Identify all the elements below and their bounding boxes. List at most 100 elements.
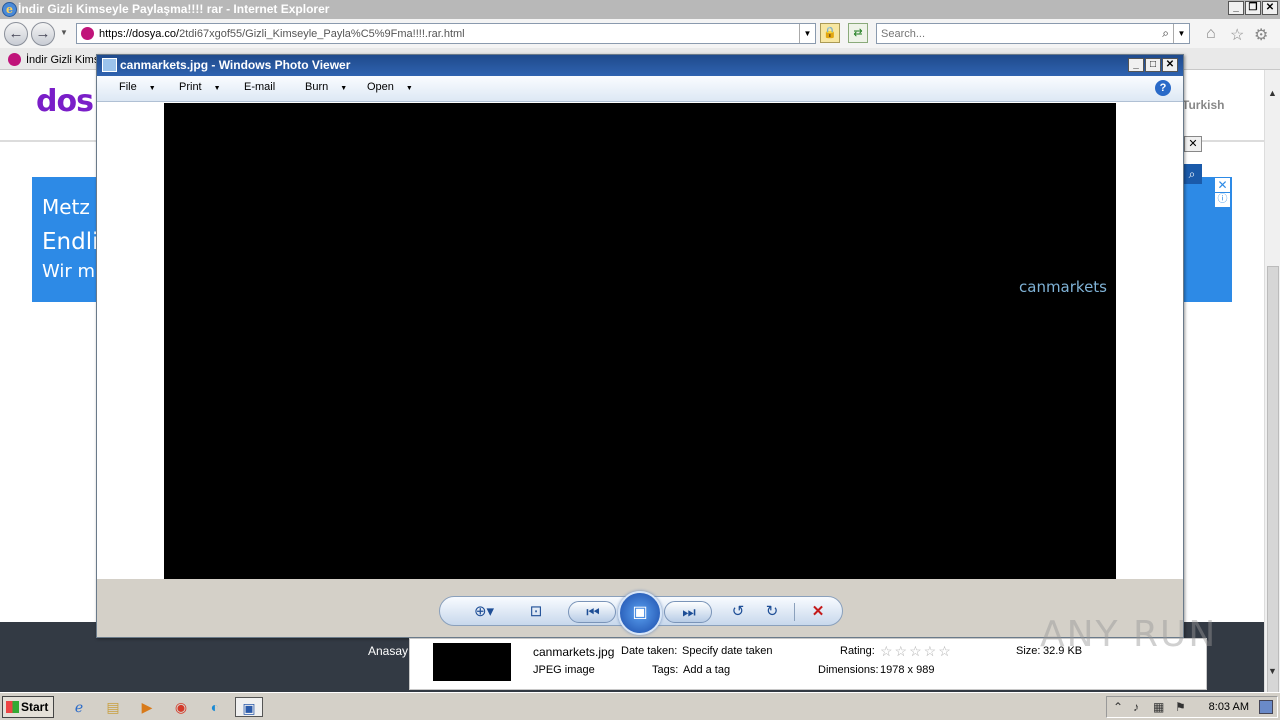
ie-taskbar-icon[interactable]: ℯ <box>68 697 90 717</box>
rotate-left-icon[interactable]: ↺ <box>726 601 750 623</box>
menu-burn[interactable]: Burn ▼ <box>305 81 347 93</box>
show-desktop-icon[interactable] <box>1259 700 1273 714</box>
detail-tags-label: Tags: <box>652 664 679 676</box>
help-icon[interactable]: ? <box>1155 80 1171 96</box>
history-dropdown-icon[interactable]: ▼ <box>60 28 68 37</box>
photo-viewer-app-icon <box>102 58 117 72</box>
site-logo[interactable]: dos <box>36 84 94 119</box>
chrome-taskbar-icon[interactable]: ◉ <box>170 697 192 717</box>
back-button[interactable]: ← <box>4 22 28 46</box>
favorites-star-icon[interactable]: ☆ <box>1230 25 1244 45</box>
restore-button[interactable]: ❐ <box>1245 1 1261 15</box>
detail-dimensions-value: 1978 x 989 <box>880 664 935 676</box>
ie-window-controls: _ ❐ ✕ <box>1228 1 1278 15</box>
detail-tags-value[interactable]: Add a tag <box>683 664 730 676</box>
forward-button[interactable]: → <box>31 22 55 46</box>
lock-icon[interactable]: 🔒 <box>820 23 840 43</box>
tab-label: İndir Gizli Kimseyle Paylaşma!!!! rar <box>26 54 99 66</box>
tab-current[interactable]: İndir Gizli Kimseyle Paylaşma!!!! rar <box>4 50 99 70</box>
address-dropdown-icon[interactable]: ▼ <box>799 24 815 43</box>
scroll-down-icon[interactable]: ▼ <box>1268 666 1277 676</box>
photo-viewer-title-bar: canmarkets.jpg - Windows Photo Viewer _ … <box>97 55 1183 76</box>
previous-icon[interactable]: ⏮ <box>581 602 605 624</box>
zoom-icon[interactable]: ⊕▾ <box>466 601 502 623</box>
search-input[interactable] <box>881 26 1151 41</box>
language-selector[interactable]: Turkish <box>1182 98 1224 112</box>
close-button[interactable]: ✕ <box>1262 1 1278 15</box>
clock[interactable]: 8:03 AM <box>1209 701 1249 713</box>
playback-controls: ⊕▾ ⊡ ⏮ ▣ ⏭ ↺ ↻ ✕ <box>439 591 843 635</box>
ad-line-3: Wir m <box>42 261 96 282</box>
edge-taskbar-icon[interactable]: ◐ <box>204 697 226 717</box>
scroll-up-icon[interactable]: ▲ <box>1268 88 1277 98</box>
detail-filetype: JPEG image <box>533 664 595 676</box>
tray-expand-icon[interactable]: ⌃ <box>1113 700 1123 714</box>
page-scrollbar[interactable]: ▲ ▼ <box>1264 70 1280 720</box>
pv-maximize-button[interactable]: □ <box>1145 58 1161 72</box>
ad-close-icon[interactable]: ✕ <box>1215 178 1230 192</box>
detail-size-label: Size: <box>1016 645 1041 657</box>
pv-minimize-button[interactable]: _ <box>1128 58 1144 72</box>
explorer-taskbar-icon[interactable]: ▤ <box>102 697 124 717</box>
search-dropdown-icon[interactable]: ▼ <box>1173 24 1189 43</box>
action-center-flag-icon[interactable]: ⚑ <box>1175 700 1186 714</box>
address-bar[interactable]: https://dosya.co/2tdi67xgof55/Gizli_Kims… <box>76 23 816 44</box>
scroll-thumb[interactable] <box>1267 266 1279 720</box>
actual-size-icon[interactable]: ⊡ <box>524 601 548 623</box>
file-thumbnail[interactable] <box>433 643 511 681</box>
ie-window-title: İndir Gizli Kimseyle Paylaşma!!!! rar - … <box>18 2 330 16</box>
search-icon[interactable]: ⌕ <box>1162 26 1169 41</box>
menu-file[interactable]: File ▼ <box>119 81 156 93</box>
detail-date-value[interactable]: Specify date taken <box>682 645 773 657</box>
side-panel-close-icon[interactable]: ✕ <box>1184 136 1202 152</box>
photo-viewer-menu: File ▼ Print ▼ E-mail Burn ▼ Open ▼ ? <box>97 76 1183 102</box>
ad-line-2: Endli <box>42 229 99 255</box>
photo-text: canmarkets <box>1019 278 1107 296</box>
search-box[interactable]: ⌕ ▼ <box>876 23 1190 44</box>
pv-close-button[interactable]: ✕ <box>1162 58 1178 72</box>
next-pill: ⏭ <box>664 601 712 623</box>
detail-date-label: Date taken: <box>621 645 678 657</box>
minimize-button[interactable]: _ <box>1228 1 1244 15</box>
menu-open[interactable]: Open ▼ <box>367 81 413 93</box>
footer-nav-link[interactable]: Anasay <box>368 644 408 658</box>
site-favicon-icon <box>81 27 94 40</box>
volume-icon[interactable]: ♪ <box>1133 700 1139 714</box>
tab-favicon-icon <box>8 53 21 66</box>
network-icon[interactable]: ▦ <box>1153 700 1164 714</box>
ad-line-1: Metz <box>42 195 90 219</box>
delete-icon[interactable]: ✕ <box>806 601 830 623</box>
windows-flag-icon <box>6 701 19 713</box>
menu-print[interactable]: Print ▼ <box>179 81 221 93</box>
detail-dimensions-label: Dimensions: <box>818 664 879 676</box>
url-text: https://dosya.co/2tdi67xgof55/Gizli_Kims… <box>99 28 465 40</box>
photo-viewer-controls-area: ⊕▾ ⊡ ⏮ ▣ ⏭ ↺ ↻ ✕ <box>97 579 1183 637</box>
start-button[interactable]: Start <box>2 696 54 718</box>
photo-viewer-title: canmarkets.jpg - Windows Photo Viewer <box>120 58 351 72</box>
ad-info-icon[interactable]: ⓘ <box>1215 193 1230 207</box>
home-icon[interactable]: ⌂ <box>1206 25 1216 43</box>
start-label: Start <box>21 700 49 714</box>
anyrun-watermark: ANY RUN <box>1040 614 1218 655</box>
detail-filename: canmarkets.jpg <box>533 645 615 659</box>
photo-viewer-taskbar-icon[interactable]: ▣ <box>235 697 263 717</box>
system-tray: ⌃ ♪ ▦ ⚑ 8:03 AM <box>1106 696 1278 718</box>
menu-email[interactable]: E-mail <box>244 81 275 93</box>
media-player-taskbar-icon[interactable]: ▶ <box>136 697 158 717</box>
previous-pill: ⏮ <box>568 601 616 623</box>
ie-toolbar: ← → ▼ https://dosya.co/2tdi67xgof55/Gizl… <box>0 19 1280 48</box>
taskbar: Start ℯ ▤ ▶ ◉ ◐ ▣ ⌃ ♪ ▦ ⚑ 8:03 AM <box>0 692 1280 720</box>
rating-stars[interactable]: ☆☆☆☆☆ <box>880 643 953 660</box>
ie-title-bar: e İndir Gizli Kimseyle Paylaşma!!!! rar … <box>0 0 1280 19</box>
side-zoom-icon[interactable]: ⌕ <box>1182 164 1202 184</box>
slideshow-button[interactable]: ▣ <box>618 591 662 635</box>
next-icon[interactable]: ⏭ <box>677 602 701 624</box>
settings-gear-icon[interactable]: ⚙ <box>1254 25 1268 45</box>
ie-app-icon: e <box>2 2 17 17</box>
photo-canvas: canmarkets <box>97 103 1183 579</box>
refresh-button[interactable]: ⇄ <box>848 23 868 43</box>
rotate-right-icon[interactable]: ↻ <box>760 601 784 623</box>
photo-viewer-window-controls: _ □ ✕ <box>1128 58 1178 72</box>
photo-viewer-window: canmarkets.jpg - Windows Photo Viewer _ … <box>96 54 1184 638</box>
displayed-photo: canmarkets <box>164 103 1116 579</box>
